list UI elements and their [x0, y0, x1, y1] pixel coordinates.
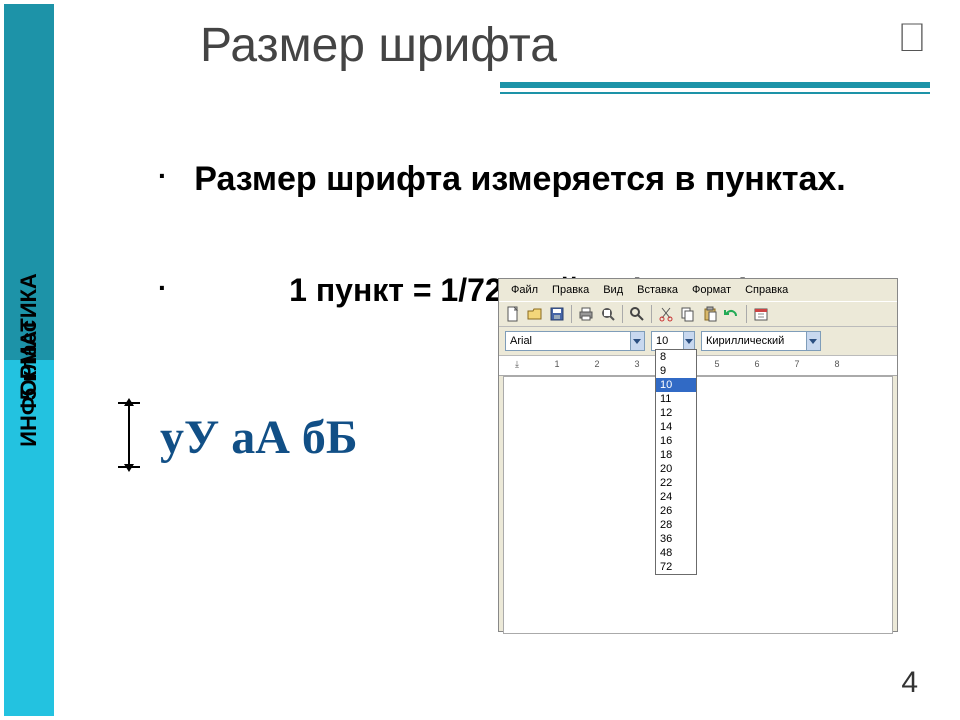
- size-option[interactable]: 22: [656, 476, 696, 490]
- size-option[interactable]: 36: [656, 532, 696, 546]
- size-option[interactable]: 16: [656, 434, 696, 448]
- title-underline-thin: [500, 92, 930, 94]
- side-strip: 5 класс ИНФОРМАТИКА: [4, 4, 54, 716]
- subject-label: ИНФОРМАТИКА: [16, 273, 42, 447]
- size-option[interactable]: 12: [656, 406, 696, 420]
- page-number: 4: [901, 666, 918, 700]
- size-option[interactable]: 18: [656, 448, 696, 462]
- bullet-1: Размер шрифта измеряется в пунктах.: [150, 160, 890, 199]
- chevron-down-icon[interactable]: [806, 332, 820, 350]
- preview-icon[interactable]: [600, 306, 616, 322]
- toolbar-separator: [571, 305, 572, 323]
- title-underline: [500, 82, 930, 88]
- size-option[interactable]: 14: [656, 420, 696, 434]
- script-combo[interactable]: [701, 331, 821, 351]
- size-option[interactable]: 8: [656, 350, 696, 364]
- height-bracket: [118, 402, 140, 468]
- font-size-dropdown[interactable]: 8 9 10 11 12 14 16 18 20 22 24 26 28 36 …: [655, 349, 697, 575]
- new-icon[interactable]: [505, 306, 521, 322]
- size-option[interactable]: 26: [656, 504, 696, 518]
- size-option[interactable]: 9: [656, 364, 696, 378]
- find-icon[interactable]: [629, 306, 645, 322]
- menu-edit[interactable]: Правка: [546, 282, 595, 298]
- size-option[interactable]: 48: [656, 546, 696, 560]
- datetime-icon[interactable]: [753, 306, 769, 322]
- cut-icon[interactable]: [658, 306, 674, 322]
- corner-decoration: ⎕: [900, 16, 924, 61]
- format-toolbar: [499, 327, 897, 356]
- copy-icon[interactable]: [680, 306, 696, 322]
- open-icon[interactable]: [527, 306, 543, 322]
- chevron-down-icon[interactable]: [683, 332, 694, 350]
- toolbar-separator: [746, 305, 747, 323]
- script-input[interactable]: [702, 333, 806, 349]
- font-size-input[interactable]: [652, 333, 683, 349]
- wordpad-window: Файл Правка Вид Вставка Формат Справка: [498, 278, 898, 632]
- size-option[interactable]: 24: [656, 490, 696, 504]
- font-name-combo[interactable]: [505, 331, 645, 351]
- save-icon[interactable]: [549, 306, 565, 322]
- standard-toolbar: [499, 301, 897, 327]
- toolbar-separator: [622, 305, 623, 323]
- document-area[interactable]: [503, 376, 893, 634]
- size-option[interactable]: 11: [656, 392, 696, 406]
- side-strip-bottom: ИНФОРМАТИКА: [4, 360, 54, 716]
- undo-icon[interactable]: [724, 306, 740, 322]
- menu-format[interactable]: Формат: [686, 282, 737, 298]
- toolbar-separator: [651, 305, 652, 323]
- ruler-ticks: ⤓ 1 2 3 4 5 6 7 8: [499, 359, 897, 375]
- font-size-combo[interactable]: [651, 331, 695, 351]
- menu-view[interactable]: Вид: [597, 282, 629, 298]
- sample-glyphs: уУ аА бБ: [160, 410, 358, 465]
- menu-help[interactable]: Справка: [739, 282, 794, 298]
- size-option[interactable]: 28: [656, 518, 696, 532]
- ruler: ⤓ 1 2 3 4 5 6 7 8: [499, 356, 897, 376]
- size-option[interactable]: 20: [656, 462, 696, 476]
- menu-file[interactable]: Файл: [505, 282, 544, 298]
- font-name-input[interactable]: [506, 333, 630, 349]
- menu-insert[interactable]: Вставка: [631, 282, 684, 298]
- slide-title: Размер шрифта: [200, 18, 557, 73]
- size-option[interactable]: 72: [656, 560, 696, 574]
- print-icon[interactable]: [578, 306, 594, 322]
- slide: 5 класс ИНФОРМАТИКА Размер шрифта ⎕ Разм…: [0, 0, 960, 720]
- chevron-down-icon[interactable]: [630, 332, 644, 350]
- paste-icon[interactable]: [702, 306, 718, 322]
- menu-bar: Файл Правка Вид Вставка Формат Справка: [499, 279, 897, 301]
- size-option-selected[interactable]: 10: [656, 378, 696, 392]
